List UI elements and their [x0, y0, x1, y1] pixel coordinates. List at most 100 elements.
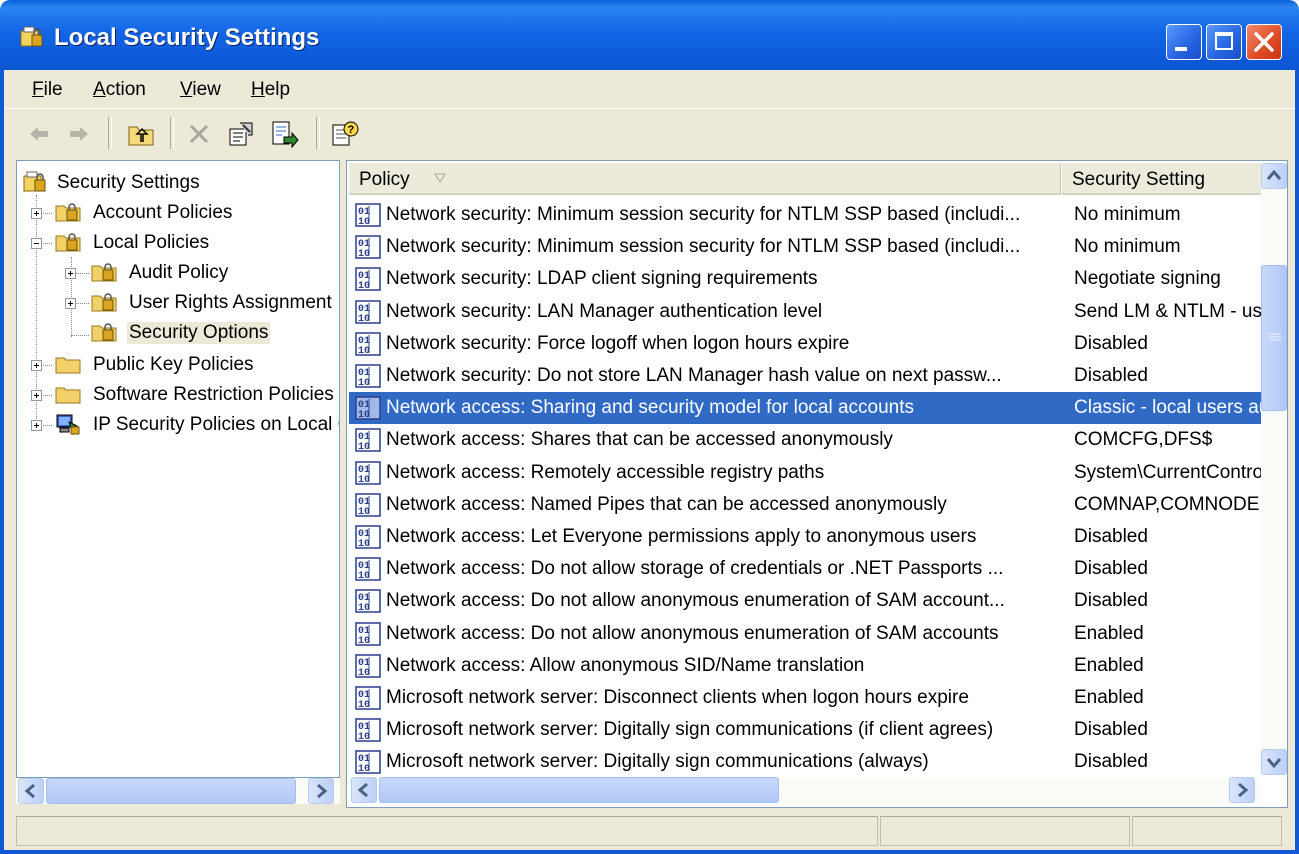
tree-item-software-restriction-policies[interactable]: Software Restriction Policies [17, 381, 337, 409]
svg-text:10: 10 [358, 475, 370, 485]
console-tree[interactable]: Security Settings Account Policies Local… [16, 160, 340, 778]
scroll-up-button[interactable] [1261, 163, 1287, 189]
minimize-button[interactable] [1166, 24, 1202, 60]
menu-help[interactable]: Help [251, 79, 290, 101]
up-one-level-icon[interactable] [126, 119, 156, 149]
scroll-left-button[interactable] [18, 778, 44, 804]
tree-horizontal-scrollbar[interactable] [16, 778, 340, 804]
scroll-thumb[interactable] [379, 777, 779, 803]
column-header-policy[interactable]: Policy [349, 163, 1061, 195]
expand-plus-icon[interactable] [31, 390, 42, 401]
policy-row[interactable]: 01 10 Microsoft network server: Digitally … [349, 746, 1261, 778]
security-settings-app-icon [20, 26, 43, 47]
security-setting-value: COMNAP,COMNODE,SQL\QUERY [1074, 493, 1261, 515]
svg-text:10: 10 [358, 410, 370, 420]
svg-text:10: 10 [358, 507, 370, 517]
ip-security-computer-icon [56, 414, 80, 435]
tree-item-user-rights-assignment[interactable]: User Rights Assignment [17, 289, 337, 317]
policy-setting-icon: 0110 [355, 267, 381, 291]
tree-item-local-policies[interactable]: Local Policies [17, 229, 337, 257]
status-pane-main [16, 816, 878, 846]
scroll-right-button[interactable] [308, 778, 334, 804]
policy-row[interactable]: 01 10 Network access: Remotely accessible … [349, 457, 1261, 489]
tree-item-public-key-policies[interactable]: Public Key Policies [17, 351, 337, 379]
tree-label: Audit Policy [129, 262, 229, 283]
list-horizontal-scrollbar[interactable] [349, 777, 1261, 803]
policy-row[interactable]: 01 10 Network security: Force logoff when … [349, 328, 1261, 360]
close-button[interactable] [1246, 24, 1282, 60]
scroll-left-button[interactable] [351, 777, 377, 803]
delete-icon[interactable] [184, 119, 214, 149]
policy-row[interactable]: 01 10 Network access: Do not allow anonymo… [349, 618, 1261, 650]
local-security-settings-window: Local Security Settings File Action View… [0, 0, 1299, 854]
menu-view-mnemonic: V [180, 79, 193, 100]
policy-row[interactable]: 01 10 Network access: Shares that can be a… [349, 424, 1261, 456]
expand-plus-icon[interactable] [31, 420, 42, 431]
tree-item-audit-policy[interactable]: Audit Policy [17, 259, 337, 287]
tree-label: IP Security Policies on Local Computer [93, 414, 339, 435]
menu-view-label: iew [192, 79, 221, 100]
expand-plus-icon[interactable] [65, 298, 76, 309]
locked-folder-icon [91, 323, 117, 342]
tree-item-security-options[interactable]: Security Options [17, 319, 337, 347]
export-list-icon[interactable] [270, 119, 300, 149]
title-bar[interactable]: Local Security Settings [0, 0, 1299, 70]
collapse-minus-icon[interactable] [31, 238, 42, 249]
policy-name: Microsoft network server: Digitally sign… [386, 751, 929, 773]
menu-action[interactable]: Action [93, 79, 146, 101]
security-setting-value: Enabled [1074, 622, 1144, 644]
policy-row[interactable]: 01 10 Microsoft network server: Disconnect… [349, 682, 1261, 714]
menu-help-mnemonic: H [251, 79, 265, 100]
scroll-down-button[interactable] [1261, 749, 1287, 775]
menu-action-mnemonic: A [93, 79, 106, 100]
scroll-grip-icon [1269, 333, 1281, 341]
policy-row[interactable]: 01 10 Network security: Minimum session se… [349, 231, 1261, 263]
back-icon[interactable] [24, 119, 54, 149]
security-setting-value: Enabled [1074, 687, 1144, 708]
list-vertical-scrollbar[interactable] [1261, 163, 1287, 775]
policy-setting-icon: 0110 [355, 621, 381, 646]
policy-name: Network access: Do not allow storage of … [386, 558, 1004, 580]
menu-file-label: ile [43, 79, 63, 100]
scroll-right-icon [317, 783, 328, 799]
menu-file[interactable]: File [32, 79, 63, 101]
policy-row[interactable]: 01 10 Microsoft network server: Digitally … [349, 714, 1261, 746]
policy-setting-icon: 0110 [355, 718, 381, 742]
policy-row[interactable]: 01 10 Network access: Allow anonymous SID/… [349, 650, 1261, 682]
policy-row[interactable]: 01 10 Network access: Named Pipes that can… [349, 489, 1261, 521]
menu-view[interactable]: View [180, 79, 221, 101]
properties-icon[interactable] [226, 119, 256, 149]
policy-setting-icon: 0110 [355, 460, 381, 485]
expand-plus-icon[interactable] [65, 268, 76, 279]
column-header-setting-label: Security Setting [1072, 169, 1206, 190]
help-icon[interactable]: ? [330, 119, 360, 149]
svg-text:10: 10 [358, 249, 370, 259]
scroll-thumb[interactable] [46, 778, 296, 804]
expand-plus-icon[interactable] [31, 208, 42, 219]
expand-plus-icon[interactable] [31, 360, 42, 371]
policy-row[interactable]: 01 10 Network security: Minimum session se… [349, 199, 1261, 231]
policy-name: Network security: Minimum session securi… [386, 236, 1021, 258]
policy-name: Network access: Allow anonymous SID/Name… [386, 654, 865, 676]
scroll-right-button[interactable] [1229, 777, 1255, 803]
policy-setting-icon: 0110 [355, 493, 381, 517]
tree-label: Software Restriction Policies [93, 384, 334, 405]
policy-row[interactable]: 01 10 Network access: Sharing and security… [349, 392, 1261, 425]
policy-row[interactable]: 01 10 Network access: Let Everyone permiss… [349, 521, 1261, 553]
policy-row[interactable]: 01 10 Network security: LDAP client signin… [349, 263, 1261, 295]
svg-text:10: 10 [358, 378, 370, 388]
maximize-button[interactable] [1206, 24, 1242, 60]
policy-row[interactable]: 01 10 Network access: Do not allow storage… [349, 553, 1261, 585]
policy-row[interactable]: 01 10 Network access: Do not allow anonymo… [349, 585, 1261, 617]
scroll-thumb[interactable] [1261, 265, 1287, 411]
policy-list-view[interactable]: Policy Security Setting 01 10 Network secu… [346, 160, 1288, 808]
forward-icon[interactable] [64, 119, 94, 149]
column-header-security-setting[interactable]: Security Setting [1062, 163, 1262, 195]
policy-row[interactable]: 01 10 Network security: Do not store LAN M… [349, 360, 1261, 392]
tree-item-account-policies[interactable]: Account Policies [17, 199, 337, 227]
status-pane-tertiary [1132, 816, 1282, 846]
menu-help-label: elp [264, 79, 291, 100]
tree-item-ip-security-policies[interactable]: IP Security Policies on Local Computer [17, 411, 339, 439]
policy-row[interactable]: 01 10 Network security: LAN Manager authen… [349, 296, 1261, 328]
tree-item-security-settings[interactable]: Security Settings [17, 169, 337, 197]
